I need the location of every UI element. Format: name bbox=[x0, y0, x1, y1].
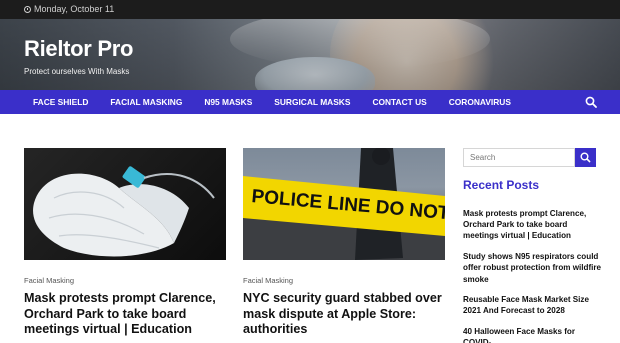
search-icon[interactable] bbox=[585, 96, 597, 108]
date-display: Monday, October 11 bbox=[24, 4, 114, 14]
post-category[interactable]: Facial Masking bbox=[243, 276, 293, 285]
nav-item-facial-masking[interactable]: FACIAL MASKING bbox=[99, 90, 193, 114]
search-input[interactable] bbox=[463, 148, 575, 167]
search-icon bbox=[580, 152, 591, 163]
date-text: Monday, October 11 bbox=[34, 4, 115, 14]
recent-post-link[interactable]: Mask protests prompt Clarence, Orchard P… bbox=[463, 208, 603, 242]
post-card: POLICE LINE DO NOT CROSS Facial Masking … bbox=[243, 148, 445, 336]
respirator-mask-image bbox=[33, 166, 215, 257]
recent-post-link[interactable]: Study shows N95 respirators could offer … bbox=[463, 251, 603, 285]
sidebar-search bbox=[463, 148, 596, 167]
site-title[interactable]: Rieltor Pro bbox=[24, 36, 133, 62]
police-line-image: POLICE LINE DO NOT CROSS bbox=[243, 148, 445, 260]
recent-posts-list: Mask protests prompt Clarence, Orchard P… bbox=[463, 208, 603, 343]
nav-item-face-shield[interactable]: FACE SHIELD bbox=[22, 90, 99, 114]
clock-icon bbox=[24, 5, 31, 13]
main-navigation: FACE SHIELD FACIAL MASKING N95 MASKS SUR… bbox=[0, 90, 620, 114]
post-thumbnail-police-line[interactable]: POLICE LINE DO NOT CROSS bbox=[243, 148, 445, 260]
recent-posts-heading: Recent Posts bbox=[463, 178, 540, 192]
top-bar: Monday, October 11 bbox=[0, 0, 620, 19]
site-header: Rieltor Pro Protect ourselves With Masks bbox=[0, 19, 620, 90]
post-card: Facial Masking Mask protests prompt Clar… bbox=[24, 148, 226, 336]
recent-post-link[interactable]: Reusable Face Mask Market Size 2021 And … bbox=[463, 294, 603, 316]
post-title[interactable]: NYC security guard stabbed over mask dis… bbox=[243, 291, 448, 338]
post-thumbnail-respirator[interactable] bbox=[24, 148, 226, 260]
site-tagline: Protect ourselves With Masks bbox=[24, 67, 130, 76]
post-title[interactable]: Mask protests prompt Clarence, Orchard P… bbox=[24, 291, 229, 338]
recent-post-link[interactable]: 40 Halloween Face Masks for COVID- bbox=[463, 326, 603, 343]
post-category[interactable]: Facial Masking bbox=[24, 276, 74, 285]
nav-item-n95-masks[interactable]: N95 MASKS bbox=[193, 90, 263, 114]
nav-item-surgical-masks[interactable]: SURGICAL MASKS bbox=[263, 90, 361, 114]
nav-item-coronavirus[interactable]: CORONAVIRUS bbox=[438, 90, 522, 114]
nav-menu: FACE SHIELD FACIAL MASKING N95 MASKS SUR… bbox=[22, 90, 522, 114]
nav-item-contact-us[interactable]: CONTACT US bbox=[361, 90, 437, 114]
search-submit-button[interactable] bbox=[575, 148, 596, 167]
